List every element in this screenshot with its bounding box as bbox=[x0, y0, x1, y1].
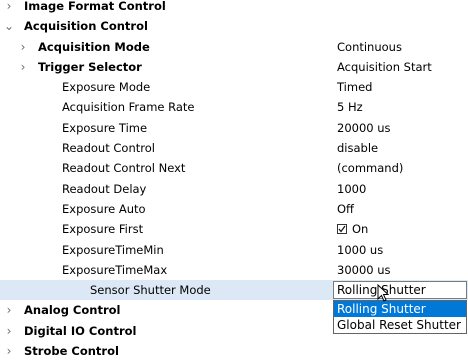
tree-row-label: Acquisition Frame Rate bbox=[62, 100, 195, 115]
tree-row-value[interactable]: (command) bbox=[337, 158, 403, 178]
tree-row[interactable]: Exposure Mode Timed bbox=[0, 77, 468, 97]
tree-row-label: Readout Delay bbox=[62, 181, 147, 196]
tree-row[interactable]: Exposure Auto Off bbox=[0, 199, 468, 219]
tree-row-label: Exposure Auto bbox=[62, 201, 146, 216]
tree-row-label: Sensor Shutter Mode bbox=[90, 283, 211, 298]
chevron-right-icon[interactable]: › bbox=[3, 321, 15, 341]
tree-row-label: Acquisition Control bbox=[24, 19, 148, 34]
sensor-shutter-dropdown-list: Rolling Shutter Global Reset Shutter bbox=[333, 300, 467, 334]
chevron-right-icon[interactable]: › bbox=[3, 300, 15, 320]
tree-row-label: Digital IO Control bbox=[24, 323, 137, 338]
chevron-right-icon[interactable]: › bbox=[3, 341, 15, 361]
chevron-down-icon[interactable]: ⌄ bbox=[3, 16, 15, 36]
tree-row-value[interactable]: Continuous bbox=[337, 37, 402, 57]
checkbox-label: On bbox=[352, 222, 369, 237]
sensor-shutter-mode-combobox[interactable]: Rolling Shutter bbox=[333, 281, 467, 299]
option-rolling-shutter[interactable]: Rolling Shutter bbox=[334, 301, 466, 317]
tree-row-value[interactable]: Off bbox=[337, 199, 354, 219]
tree-row-value[interactable]: Timed bbox=[337, 77, 372, 97]
tree-row[interactable]: Acquisition Frame Rate 5 Hz bbox=[0, 97, 468, 117]
tree-row-label: Trigger Selector bbox=[38, 59, 142, 74]
tree-row[interactable]: Readout Control disable bbox=[0, 138, 468, 158]
tree-row[interactable]: ⌄ Acquisition Control bbox=[0, 16, 468, 36]
tree-row-value[interactable]: 5 Hz bbox=[337, 97, 363, 117]
tree-row-value[interactable]: 1000 bbox=[337, 179, 366, 199]
tree-row-value[interactable]: Acquisition Start bbox=[337, 57, 432, 77]
chevron-right-icon[interactable]: › bbox=[17, 37, 29, 57]
tree-row-value[interactable]: On bbox=[337, 219, 368, 239]
checkbox-checked-icon[interactable] bbox=[337, 224, 347, 235]
tree-row[interactable]: Readout Delay 1000 bbox=[0, 179, 468, 199]
chevron-right-icon[interactable]: › bbox=[17, 57, 29, 77]
tree-row[interactable]: ExposureTimeMax 30000 us bbox=[0, 260, 468, 280]
tree-row-value[interactable]: 30000 us bbox=[337, 260, 391, 280]
tree-row-label: ExposureTimeMin bbox=[62, 242, 164, 257]
tree-row[interactable]: Exposure First On bbox=[0, 219, 468, 239]
tree-row-label: Exposure First bbox=[62, 222, 144, 237]
mouse-cursor-icon bbox=[377, 284, 389, 302]
tree-row-label: Strobe Control bbox=[24, 344, 119, 359]
tree-row-label: Exposure Time bbox=[62, 120, 148, 135]
tree-row-label: Readout Control Next bbox=[62, 161, 186, 176]
tree-row[interactable]: Readout Control Next (command) bbox=[0, 158, 468, 178]
tree-row[interactable]: ExposureTimeMin 1000 us bbox=[0, 240, 468, 260]
tree-row-label: Acquisition Mode bbox=[38, 39, 150, 54]
tree-row-value[interactable]: disable bbox=[337, 138, 378, 158]
chevron-right-icon[interactable]: › bbox=[3, 0, 15, 16]
tree-row[interactable]: › Acquisition Mode Continuous bbox=[0, 37, 468, 57]
tree-row-value[interactable]: 20000 us bbox=[337, 118, 391, 138]
tree-row[interactable]: Exposure Time 20000 us bbox=[0, 118, 468, 138]
tree-row-label: Readout Control bbox=[62, 141, 155, 156]
tree-row-label: Analog Control bbox=[24, 303, 121, 318]
tree-row-value[interactable]: 1000 us bbox=[337, 240, 383, 260]
tree-row[interactable]: › Image Format Control bbox=[0, 0, 468, 16]
tree-row[interactable]: › Trigger Selector Acquisition Start bbox=[0, 57, 468, 77]
option-global-reset-shutter[interactable]: Global Reset Shutter bbox=[334, 317, 466, 333]
tree-row[interactable]: › Strobe Control bbox=[0, 341, 468, 361]
tree-row-label: Exposure Mode bbox=[62, 80, 151, 95]
tree-row-label: Image Format Control bbox=[24, 0, 166, 13]
tree-row-label: ExposureTimeMax bbox=[62, 262, 168, 277]
